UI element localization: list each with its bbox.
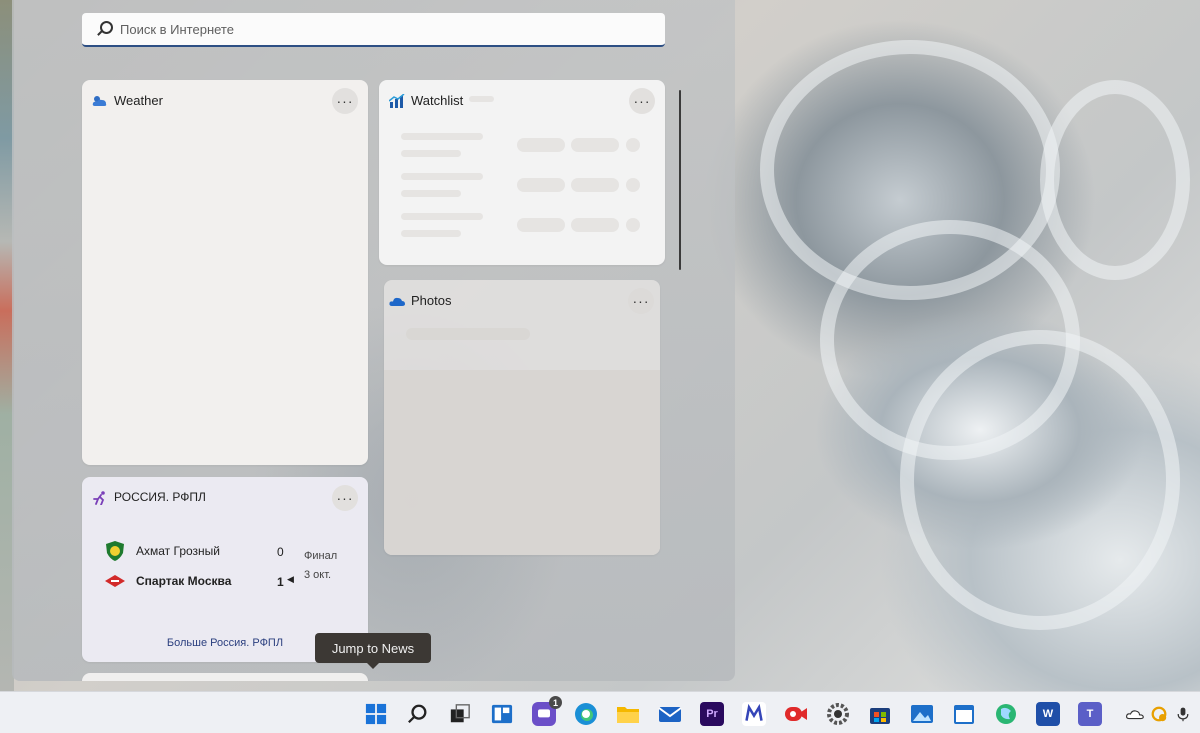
scrollbar-thumb[interactable] bbox=[679, 90, 681, 270]
home-team-row[interactable]: Ахмат Грозный bbox=[104, 540, 220, 562]
away-team-row[interactable]: Спартак Москва bbox=[104, 570, 231, 592]
weather-widget[interactable]: Weather ··· bbox=[82, 80, 368, 465]
sports-more-button[interactable]: ··· bbox=[332, 485, 358, 511]
loading-placeholder bbox=[517, 218, 565, 232]
settings-icon[interactable] bbox=[826, 702, 850, 726]
search-input[interactable] bbox=[120, 21, 640, 37]
teams-icon[interactable]: T bbox=[1078, 702, 1102, 726]
edge-icon[interactable] bbox=[574, 702, 598, 726]
loading-placeholder bbox=[571, 218, 619, 232]
search-icon[interactable] bbox=[406, 702, 430, 726]
wallpaper-swirl bbox=[1040, 80, 1190, 280]
sports-title: РОССИЯ. РФПЛ bbox=[114, 490, 206, 504]
loading-placeholder bbox=[517, 178, 565, 192]
word-icon[interactable]: W bbox=[1036, 702, 1060, 726]
photos-preview-area bbox=[384, 370, 660, 555]
winner-arrow-icon: ◀ bbox=[287, 574, 294, 584]
jump-to-news-tooltip[interactable]: Jump to News bbox=[315, 633, 431, 669]
akhmat-logo-icon bbox=[104, 540, 126, 562]
weather-more-button[interactable]: ··· bbox=[332, 88, 358, 114]
away-team-name: Спартак Москва bbox=[136, 574, 232, 588]
photos-icon[interactable] bbox=[910, 702, 934, 726]
loading-placeholder bbox=[406, 328, 530, 340]
watchlist-more-button[interactable]: ··· bbox=[629, 88, 655, 114]
mail-icon[interactable] bbox=[658, 702, 682, 726]
start-icon[interactable] bbox=[364, 702, 388, 726]
widgets-icon[interactable] bbox=[490, 702, 514, 726]
search-box[interactable] bbox=[82, 13, 665, 47]
stock-chart-icon bbox=[389, 94, 405, 108]
loading-placeholder bbox=[469, 96, 494, 102]
chat-badge: 1 bbox=[549, 696, 562, 709]
chat-icon[interactable]: 1 bbox=[532, 696, 562, 726]
microphone-icon[interactable] bbox=[1174, 702, 1192, 726]
loading-placeholder bbox=[401, 173, 483, 180]
watchlist-title: Watchlist bbox=[411, 93, 464, 108]
loading-placeholder bbox=[571, 138, 619, 152]
match-status: Финал bbox=[304, 550, 338, 562]
record-icon[interactable] bbox=[784, 702, 808, 726]
photos-title: Photos bbox=[411, 293, 452, 308]
taskbar: 1 Pr W T bbox=[0, 691, 1200, 733]
loading-placeholder bbox=[626, 218, 640, 232]
loading-placeholder bbox=[626, 138, 640, 152]
onedrive-tray-icon[interactable] bbox=[1126, 702, 1144, 726]
search-icon bbox=[96, 21, 113, 37]
loading-placeholder bbox=[401, 133, 483, 140]
loading-placeholder bbox=[401, 213, 483, 220]
weather-title: Weather bbox=[114, 93, 163, 108]
sync-tray-icon[interactable] bbox=[1150, 702, 1168, 726]
loading-placeholder bbox=[401, 150, 461, 157]
loading-placeholder bbox=[626, 178, 640, 192]
watchlist-widget[interactable]: Watchlist ··· bbox=[379, 80, 665, 265]
away-score: 1 bbox=[277, 575, 284, 589]
maps-icon[interactable] bbox=[994, 702, 1018, 726]
spartak-logo-icon bbox=[104, 570, 126, 592]
widgets-panel: Weather ··· Watchlist ··· bbox=[12, 0, 735, 681]
wallpaper-swirl bbox=[900, 330, 1180, 630]
file-explorer-icon[interactable] bbox=[616, 702, 640, 726]
photos-widget[interactable]: Photos ··· bbox=[384, 280, 660, 555]
loading-placeholder bbox=[517, 138, 565, 152]
running-person-icon bbox=[93, 491, 105, 505]
home-score: 0 bbox=[277, 545, 284, 559]
loading-placeholder bbox=[571, 178, 619, 192]
calendar-icon[interactable] bbox=[952, 702, 976, 726]
premiere-icon[interactable]: Pr bbox=[700, 702, 724, 726]
cloud-icon bbox=[92, 96, 107, 106]
task-view-icon[interactable] bbox=[448, 702, 472, 726]
miro-icon[interactable] bbox=[742, 702, 766, 726]
photos-more-button[interactable]: ··· bbox=[628, 288, 654, 314]
match-date: 3 окт. bbox=[304, 569, 332, 581]
home-team-name: Ахмат Грозный bbox=[136, 544, 220, 558]
next-widget-card[interactable] bbox=[82, 673, 368, 681]
onedrive-cloud-icon bbox=[389, 297, 405, 306]
store-icon[interactable] bbox=[868, 702, 892, 726]
loading-placeholder bbox=[401, 190, 461, 197]
loading-placeholder bbox=[401, 230, 461, 237]
